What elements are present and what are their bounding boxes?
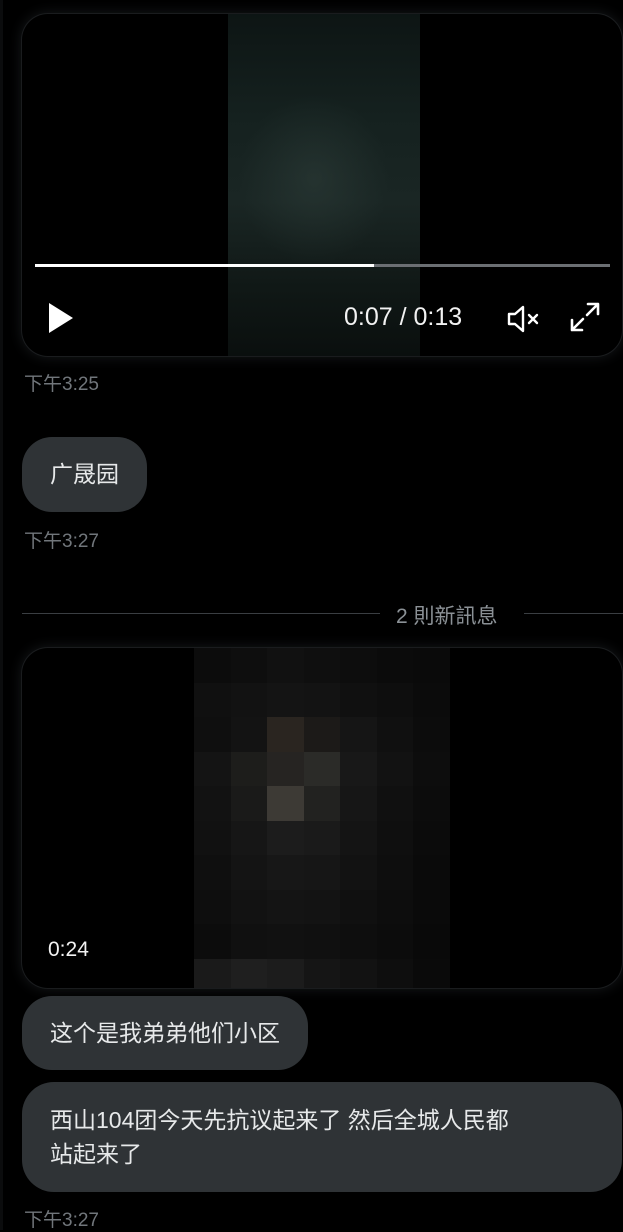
message-text: 这个是我弟弟他们小区 — [50, 1020, 280, 1046]
mosaic-cell — [376, 648, 414, 683]
mute-button[interactable] — [506, 302, 542, 336]
message-bubble[interactable]: 西山104团今天先抗议起来了 然后全城人民都 站起来了 — [22, 1082, 622, 1192]
fullscreen-button[interactable] — [568, 300, 602, 334]
mosaic-cell — [340, 717, 377, 752]
message-timestamp: 下午3:25 — [24, 374, 99, 395]
mosaic-cell — [303, 786, 341, 821]
mosaic-cell — [413, 958, 450, 988]
mosaic-cell — [194, 717, 231, 752]
mosaic-cell — [376, 820, 414, 855]
mosaic-cell — [303, 958, 341, 988]
mosaic-cell — [267, 648, 304, 683]
mosaic-cell — [340, 648, 377, 683]
mosaic-cell — [303, 855, 341, 890]
mosaic-cell — [267, 820, 304, 855]
mosaic-cell — [267, 717, 304, 752]
mosaic-cell — [376, 855, 414, 890]
mosaic-cell — [413, 751, 450, 786]
mosaic-cell — [230, 855, 268, 890]
mosaic-cell — [230, 682, 268, 717]
mosaic-cell — [267, 958, 304, 988]
mosaic-cell — [303, 648, 341, 683]
mosaic-cell — [413, 820, 450, 855]
message-bubble[interactable]: 这个是我弟弟他们小区 — [22, 996, 308, 1070]
mosaic-cell — [303, 820, 341, 855]
mosaic-cell — [194, 751, 231, 786]
message-timestamp: 下午3:27 — [24, 531, 99, 552]
mosaic-cell — [230, 717, 268, 752]
mosaic-cell — [194, 820, 231, 855]
mosaic-cell — [413, 682, 450, 717]
mosaic-cell — [340, 820, 377, 855]
mosaic-cell — [340, 924, 377, 959]
mosaic-cell — [376, 682, 414, 717]
divider-line — [524, 613, 623, 614]
mosaic-cell — [376, 889, 414, 924]
mosaic-cell — [340, 889, 377, 924]
mosaic-cell — [413, 924, 450, 959]
mosaic-cell — [413, 855, 450, 890]
mosaic-cell — [194, 855, 231, 890]
mosaic-cell — [194, 648, 231, 683]
video-progress-fill — [35, 264, 375, 267]
mosaic-cell — [303, 889, 341, 924]
mosaic-cell — [376, 924, 414, 959]
pixelated-video-thumbnail — [194, 648, 450, 988]
video-duration-label: 0:24 — [48, 938, 89, 961]
mosaic-cell — [230, 751, 268, 786]
mosaic-cell — [230, 958, 268, 988]
mosaic-cell — [376, 717, 414, 752]
mosaic-cell — [267, 751, 304, 786]
mosaic-cell — [413, 648, 450, 683]
mosaic-cell — [303, 682, 341, 717]
message-text-line: 站起来了 — [50, 1141, 142, 1167]
mosaic-cell — [267, 855, 304, 890]
message-bubble[interactable]: 广晟园 — [22, 437, 147, 512]
mosaic-cell — [194, 786, 231, 821]
play-icon — [49, 303, 73, 333]
mosaic-cell — [194, 889, 231, 924]
mosaic-cell — [413, 889, 450, 924]
mosaic-cell — [340, 786, 377, 821]
mosaic-cell — [230, 889, 268, 924]
mosaic-cell — [340, 751, 377, 786]
mosaic-cell — [376, 958, 414, 988]
video-time-readout: 0:07 / 0:13 — [344, 303, 463, 331]
timeline-left-border — [0, 0, 3, 1230]
message-timestamp: 下午3:27 — [24, 1210, 99, 1231]
mosaic-cell — [267, 682, 304, 717]
mosaic-cell — [194, 958, 231, 988]
mosaic-cell — [230, 820, 268, 855]
volume-muted-icon — [507, 305, 539, 333]
divider-line — [22, 613, 380, 614]
video-player-1[interactable]: 0:07 / 0:13 — [22, 14, 622, 356]
mosaic-cell — [413, 786, 450, 821]
new-messages-divider: 2 則新訊息 — [396, 605, 498, 628]
mosaic-cell — [340, 682, 377, 717]
mosaic-cell — [340, 855, 377, 890]
mosaic-cell — [194, 924, 231, 959]
mosaic-cell — [303, 751, 341, 786]
message-text: 广晟园 — [50, 461, 119, 487]
mosaic-cell — [303, 717, 341, 752]
play-button[interactable] — [46, 301, 76, 335]
mosaic-cell — [413, 717, 450, 752]
mosaic-cell — [340, 958, 377, 988]
message-text-line: 西山104团今天先抗议起来了 然后全城人民都 — [50, 1107, 509, 1133]
mosaic-cell — [230, 786, 268, 821]
mosaic-cell — [376, 751, 414, 786]
mosaic-cell — [194, 682, 231, 717]
fullscreen-icon — [570, 302, 600, 332]
video-progress-bar[interactable] — [35, 264, 610, 267]
mosaic-cell — [376, 786, 414, 821]
mosaic-cell — [230, 648, 268, 683]
mosaic-cell — [267, 786, 304, 821]
mosaic-cell — [267, 924, 304, 959]
mosaic-cell — [267, 889, 304, 924]
mosaic-cell — [303, 924, 341, 959]
video-player-2[interactable]: 0:24 — [22, 648, 622, 988]
mosaic-cell — [230, 924, 268, 959]
